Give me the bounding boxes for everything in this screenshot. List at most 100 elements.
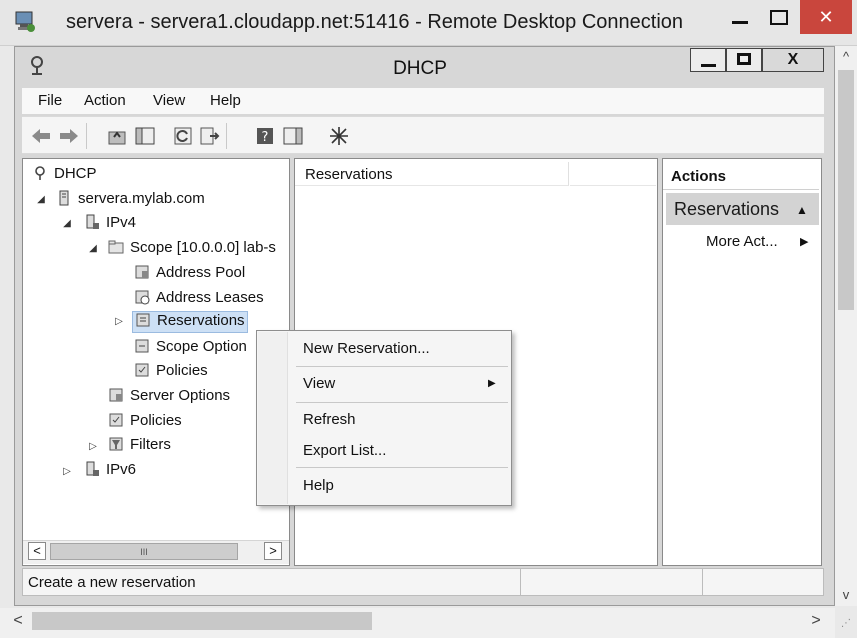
show-hide-console-tree-icon[interactable]	[134, 125, 156, 147]
menu-separator	[296, 467, 508, 468]
menu-item-refresh[interactable]: Refresh	[303, 411, 356, 428]
tree-item-label: Policies	[156, 362, 208, 379]
refresh-icon[interactable]	[172, 125, 194, 147]
dhcp-window-title: DHCP	[393, 58, 447, 79]
tree-item-label: Filters	[130, 436, 171, 453]
scroll-up-icon[interactable]: ^	[835, 46, 857, 68]
up-folder-icon[interactable]	[106, 125, 128, 147]
tree-item-scope[interactable]: Scope [10.0.0.0] lab-s	[108, 239, 276, 259]
submenu-arrow-icon: ▶	[488, 378, 496, 389]
server-icon	[59, 190, 69, 206]
status-text: Create a new reservation	[28, 574, 196, 591]
menu-view[interactable]: View	[153, 92, 185, 109]
ipv4-icon	[86, 214, 99, 229]
filters-icon	[109, 437, 123, 451]
show-hide-action-pane-icon[interactable]	[282, 125, 304, 147]
dhcp-close-button[interactable]: X	[762, 48, 824, 72]
expand-arrow-icon[interactable]: ▷	[114, 316, 124, 327]
tree-item-scope-options[interactable]: Scope Option	[134, 338, 247, 358]
tree-item-scope-policies[interactable]: Policies	[134, 362, 208, 382]
tree-item-label: DHCP	[54, 165, 97, 182]
tree-item-label: Server Options	[130, 387, 231, 404]
scroll-right-icon[interactable]: >	[264, 542, 282, 560]
tree-item-ipv4[interactable]: IPv4	[84, 214, 136, 234]
tree-item-ipv4-policies[interactable]: Policies	[108, 412, 182, 432]
expand-arrow-icon[interactable]: ▷	[88, 441, 98, 452]
rdp-vertical-scroll-thumb[interactable]	[838, 70, 854, 310]
menu-item-export-list[interactable]: Export List...	[303, 442, 386, 459]
menu-item-help[interactable]: Help	[303, 477, 334, 494]
tree-item-label: Scope Option	[156, 338, 247, 355]
column-header-reservations[interactable]: Reservations	[295, 162, 569, 186]
status-divider	[702, 568, 703, 596]
back-arrow-icon[interactable]	[30, 125, 52, 147]
tree-item-reservations[interactable]: Reservations	[132, 311, 248, 333]
collapse-arrow-icon[interactable]: ◢	[88, 243, 98, 254]
export-list-icon[interactable]	[198, 125, 220, 147]
menu-separator	[296, 402, 508, 403]
help-icon[interactable]: ?	[254, 125, 276, 147]
menu-item-new-reservation[interactable]: New Reservation...	[303, 340, 430, 357]
server-options-icon	[109, 388, 123, 402]
forward-arrow-icon[interactable]	[58, 125, 80, 147]
new-reservation-icon[interactable]	[328, 125, 350, 147]
toolbar-separator	[226, 123, 227, 149]
menu-item-view[interactable]: View	[303, 375, 335, 392]
actions-title: Actions	[663, 164, 819, 190]
scroll-down-icon[interactable]: v	[835, 584, 857, 606]
policies-icon	[135, 363, 149, 377]
toolbar-separator	[86, 123, 87, 149]
menu-help[interactable]: Help	[210, 92, 241, 109]
tree-item-address-pool[interactable]: Address Pool	[134, 264, 245, 284]
status-divider	[520, 568, 521, 596]
tree-scroll-thumb[interactable]: III	[50, 543, 238, 560]
dhcp-minimize-button[interactable]	[690, 48, 726, 72]
collapse-arrow-icon[interactable]: ◢	[36, 194, 46, 205]
resize-grip-icon[interactable]: ⋰	[835, 610, 857, 638]
toolbar: ?	[22, 116, 824, 154]
tree-item-label: Scope [10.0.0.0] lab-s	[130, 239, 276, 256]
policies-icon	[109, 413, 123, 427]
rdp-window-title: servera - servera1.cloudapp.net:51416 - …	[66, 11, 684, 33]
tree-item-address-leases[interactable]: Address Leases	[134, 289, 264, 309]
svg-text:?: ?	[262, 130, 269, 145]
tree-item-label: IPv6	[106, 461, 137, 478]
address-leases-icon	[135, 290, 150, 305]
collapse-arrow-icon[interactable]: ◢	[62, 218, 72, 229]
dhcp-window-icon	[31, 56, 43, 75]
tree-item-label: Address Pool	[156, 264, 246, 281]
menu-bar: File Action View Help	[22, 88, 824, 114]
tree-item-filters[interactable]: Filters	[108, 436, 171, 456]
rdp-maximize-button[interactable]	[760, 4, 796, 32]
tree-item-label: Policies	[130, 412, 182, 429]
dhcp-maximize-button[interactable]	[726, 48, 762, 72]
reservations-icon	[136, 313, 150, 327]
tree-item-server-options[interactable]: Server Options	[108, 387, 230, 407]
column-header-empty[interactable]	[570, 162, 656, 186]
scroll-left-icon[interactable]: <	[8, 610, 28, 632]
more-actions-item[interactable]: More Act...	[706, 233, 778, 250]
expand-arrow-icon[interactable]: ▷	[62, 466, 72, 477]
menu-action[interactable]: Action	[84, 92, 126, 109]
remote-desktop-icon	[15, 11, 35, 32]
menu-separator	[296, 366, 508, 367]
address-pool-icon	[135, 265, 149, 279]
scope-options-icon	[135, 339, 149, 353]
tree-item-servera[interactable]: servera.mylab.com	[56, 190, 205, 210]
menu-file[interactable]: File	[38, 92, 62, 109]
tree-item-label: IPv4	[106, 214, 137, 231]
tree-item-ipv6[interactable]: IPv6	[84, 461, 136, 481]
tree-item-dhcp[interactable]: DHCP	[32, 165, 97, 185]
submenu-arrow-icon: ▶	[800, 236, 809, 248]
dhcp-icon	[35, 166, 45, 180]
tree-item-label: Reservations	[157, 312, 245, 329]
tree-item-label: Address Leases	[156, 289, 264, 306]
rdp-close-button[interactable]: ✕	[800, 0, 852, 34]
scroll-left-icon[interactable]: <	[28, 542, 46, 560]
collapse-caret-icon[interactable]: ▲	[796, 203, 808, 217]
rdp-horizontal-scroll-thumb[interactable]	[32, 612, 372, 630]
rdp-minimize-button[interactable]	[723, 4, 759, 32]
scroll-right-icon[interactable]: >	[806, 610, 826, 632]
ipv6-icon	[86, 461, 99, 476]
tree-item-label: servera.mylab.com	[78, 190, 205, 207]
